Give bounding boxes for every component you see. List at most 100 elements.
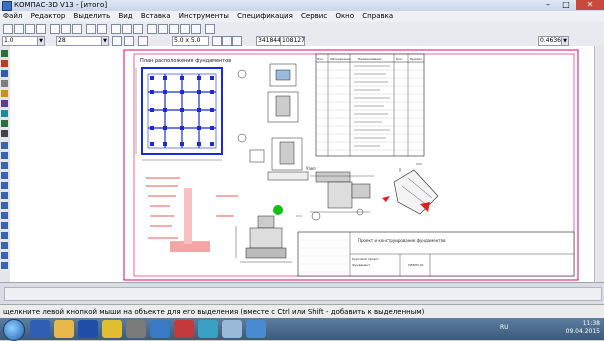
coord-x-field[interactable]: 341844 bbox=[256, 36, 281, 46]
right-scrollbar[interactable] bbox=[594, 46, 604, 282]
detail-drawings bbox=[237, 63, 309, 181]
select-icon[interactable] bbox=[1, 110, 8, 117]
taskbar-app-icon[interactable] bbox=[246, 320, 266, 338]
scale-field[interactable]: 0.4636 ▼ bbox=[538, 36, 569, 46]
rectangle-icon[interactable] bbox=[1, 182, 8, 189]
save-icon[interactable] bbox=[25, 24, 35, 34]
paste-icon[interactable] bbox=[72, 24, 82, 34]
taskbar-app-icon[interactable] bbox=[174, 320, 194, 338]
menu-service[interactable]: Сервис bbox=[298, 11, 330, 22]
menu-tools[interactable]: Инструменты bbox=[176, 11, 232, 22]
menu-insert[interactable]: Вставка bbox=[138, 11, 174, 22]
taskbar: RU 11:38 09.04.2015 bbox=[0, 318, 604, 341]
zoom-window-icon[interactable] bbox=[169, 24, 179, 34]
point-icon[interactable] bbox=[1, 130, 8, 137]
library-icon[interactable] bbox=[122, 24, 132, 34]
snap-icon[interactable] bbox=[232, 36, 242, 46]
line-scale-field[interactable]: 1.0 ▼ bbox=[2, 36, 45, 46]
title-block-sub2: Фундамент bbox=[352, 263, 370, 267]
pan-icon[interactable] bbox=[180, 24, 190, 34]
folder-icon[interactable] bbox=[54, 320, 74, 338]
menu-help[interactable]: Справка bbox=[359, 11, 396, 22]
properties-icon[interactable] bbox=[111, 24, 121, 34]
layer-field[interactable]: 28 ▼ bbox=[56, 36, 109, 46]
chevron-down-icon[interactable]: ▼ bbox=[561, 37, 568, 45]
text-icon[interactable] bbox=[1, 262, 8, 269]
scale-value: 0.4636 bbox=[540, 37, 561, 44]
ellipse-icon[interactable] bbox=[1, 172, 8, 179]
hatch-icon[interactable] bbox=[1, 212, 8, 219]
variables-icon[interactable] bbox=[133, 24, 143, 34]
title-block-sheet: ТИФП3-01 bbox=[407, 263, 424, 267]
cut-icon[interactable] bbox=[50, 24, 60, 34]
refresh-icon[interactable] bbox=[191, 24, 201, 34]
word-icon[interactable] bbox=[78, 320, 98, 338]
fillet-icon[interactable] bbox=[1, 232, 8, 239]
taskbar-app-icon[interactable] bbox=[126, 320, 146, 338]
undo-icon[interactable] bbox=[86, 24, 96, 34]
foundation-plan bbox=[135, 67, 223, 161]
redo-icon[interactable] bbox=[97, 24, 107, 34]
status-hint: щелкните левой кнопкой мыши на объекте д… bbox=[3, 308, 425, 316]
circle-icon[interactable] bbox=[1, 152, 8, 159]
clock[interactable]: 11:38 09.04.2015 bbox=[566, 320, 600, 336]
measure-icon[interactable] bbox=[1, 100, 8, 107]
menu-view[interactable]: Вид bbox=[115, 11, 135, 22]
start-button[interactable] bbox=[3, 319, 25, 341]
coord-y-field[interactable]: 108127 bbox=[280, 36, 305, 46]
grid-step-field[interactable]: 5.0 x 5.0 bbox=[172, 36, 209, 46]
menu-specification[interactable]: Спецификация bbox=[234, 11, 296, 22]
taskbar-app-icon[interactable] bbox=[30, 320, 50, 338]
spline-icon[interactable] bbox=[1, 202, 8, 209]
spec-icon[interactable] bbox=[1, 120, 8, 127]
properties-content[interactable] bbox=[4, 287, 602, 301]
polygon-icon[interactable] bbox=[1, 192, 8, 199]
orthogonal-icon[interactable] bbox=[222, 36, 232, 46]
grid-icon[interactable] bbox=[138, 36, 148, 46]
contour-icon[interactable] bbox=[1, 242, 8, 249]
taskbar-app-icon[interactable] bbox=[150, 320, 170, 338]
copy-icon[interactable] bbox=[61, 24, 71, 34]
equidistant-icon[interactable] bbox=[1, 252, 8, 259]
editing-icon[interactable] bbox=[1, 80, 8, 87]
dimensions-icon[interactable] bbox=[1, 60, 8, 67]
local-cs-icon[interactable] bbox=[212, 36, 222, 46]
arc-icon[interactable] bbox=[1, 162, 8, 169]
kompas-taskbar-icon[interactable] bbox=[222, 320, 242, 338]
help-icon[interactable] bbox=[205, 24, 215, 34]
menu-edit[interactable]: Редактор bbox=[28, 11, 69, 22]
maximize-button[interactable]: □ bbox=[556, 0, 576, 10]
app-icon bbox=[2, 1, 12, 11]
chevron-down-icon[interactable]: ▼ bbox=[37, 37, 44, 45]
symbols-icon[interactable] bbox=[1, 70, 8, 77]
view-state-icon[interactable] bbox=[124, 36, 134, 46]
menu-select[interactable]: Выделить bbox=[71, 11, 114, 22]
clock-time: 11:38 bbox=[582, 320, 600, 327]
clock-date: 09.04.2015 bbox=[565, 328, 600, 335]
zoom-in-icon[interactable] bbox=[147, 24, 157, 34]
taskbar-app-icon[interactable] bbox=[198, 320, 218, 338]
close-button[interactable]: ✕ bbox=[576, 0, 604, 10]
layer-state-icon[interactable] bbox=[112, 36, 122, 46]
section-drawings: Узел bbox=[306, 166, 390, 221]
open-file-icon[interactable] bbox=[14, 24, 24, 34]
title-block-main: Проект и конструирование фундаментов bbox=[358, 238, 446, 243]
parametrization-icon[interactable] bbox=[1, 90, 8, 97]
new-file-icon[interactable] bbox=[3, 24, 13, 34]
chevron-down-icon[interactable]: ▼ bbox=[101, 37, 108, 45]
taskbar-app-icon[interactable] bbox=[102, 320, 122, 338]
zoom-out-icon[interactable] bbox=[158, 24, 168, 34]
layer-value: 28 bbox=[58, 37, 66, 44]
spec-header-note: Примеч. bbox=[410, 57, 423, 61]
spec-header-designation: Обозначение bbox=[330, 57, 351, 61]
line-icon[interactable] bbox=[1, 142, 8, 149]
geometry-icon[interactable] bbox=[1, 50, 8, 57]
print-icon[interactable] bbox=[36, 24, 46, 34]
menu-window[interactable]: Окно bbox=[332, 11, 357, 22]
chamfer-icon[interactable] bbox=[1, 222, 8, 229]
menu-file[interactable]: Файл bbox=[0, 11, 25, 22]
language-indicator[interactable]: RU bbox=[500, 324, 509, 331]
title-block: Проект и конструирование фундаментов Кур… bbox=[297, 231, 575, 277]
minimize-button[interactable]: – bbox=[538, 0, 558, 10]
drawing-canvas[interactable]: План расположения фундаментов Поз. Обозн… bbox=[10, 46, 594, 282]
